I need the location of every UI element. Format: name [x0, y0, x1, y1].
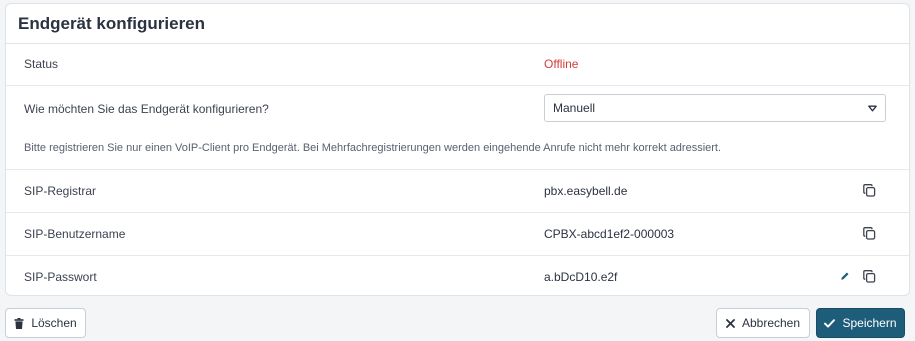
trash-icon — [14, 317, 24, 329]
status-row: Status Offline — [6, 44, 909, 86]
cancel-button[interactable]: Abbrechen — [716, 308, 810, 338]
sip-registrar-value: pbx.easybell.de — [544, 184, 628, 198]
copy-icon[interactable] — [861, 182, 877, 198]
pencil-icon[interactable] — [837, 268, 853, 284]
caret-down-icon — [868, 105, 877, 112]
close-icon — [726, 318, 735, 328]
sip-registrar-label: SIP-Registrar — [24, 184, 97, 198]
sip-username-label: SIP-Benutzername — [24, 227, 126, 241]
sip-username-row: SIP-Benutzername CPBX-abcd1ef2-000003 — [6, 213, 909, 256]
delete-button[interactable]: Löschen — [5, 308, 86, 338]
status-value: Offline — [544, 57, 579, 71]
sip-username-value: CPBX-abcd1ef2-000003 — [544, 227, 675, 241]
sip-password-row: SIP-Passwort a.bDcD10.e2f — [6, 256, 909, 295]
copy-icon[interactable] — [861, 225, 877, 241]
cancel-button-label: Abbrechen — [741, 316, 801, 330]
save-button-label: Speichern — [842, 316, 897, 330]
config-method-row: Wie möchten Sie das Endgerät konfigurier… — [6, 86, 909, 170]
copy-icon[interactable] — [861, 268, 877, 284]
card-title: Endgerät konfigurieren — [18, 13, 206, 33]
status-label: Status — [24, 57, 59, 71]
config-method-select[interactable]: Manuell — [544, 94, 886, 122]
card-header: Endgerät konfigurieren — [6, 4, 909, 44]
sip-registrar-row: SIP-Registrar pbx.easybell.de — [6, 170, 909, 213]
config-method-selected: Manuell — [553, 101, 596, 115]
sip-password-value: a.bDcD10.e2f — [544, 270, 618, 284]
sip-password-label: SIP-Passwort — [24, 270, 97, 284]
config-method-label: Wie möchten Sie das Endgerät konfigurier… — [24, 102, 269, 116]
delete-button-label: Löschen — [31, 316, 77, 330]
check-icon — [824, 318, 836, 328]
config-hint-text: Bitte registrieren Sie nur einen VoIP-Cl… — [24, 142, 722, 154]
device-config-card: Endgerät konfigurieren Status Offline Wi… — [5, 3, 910, 296]
save-button[interactable]: Speichern — [816, 308, 905, 338]
